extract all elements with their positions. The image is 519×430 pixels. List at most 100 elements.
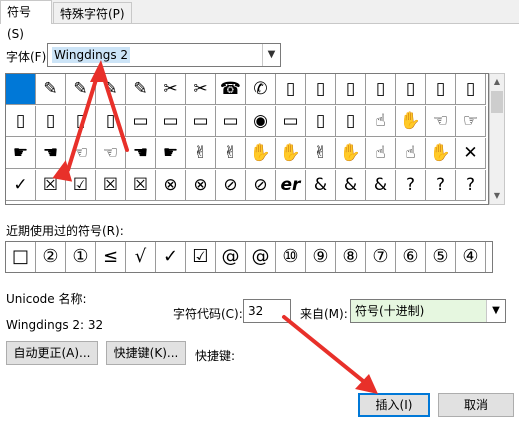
recent-symbols-row[interactable]: □ ② ① ≤ √ ✓ ☑ @ @ ⑩ ⑨ ⑧ ⑦ ⑥ ⑤ ④ xyxy=(5,241,493,273)
symbol-cell[interactable]: ✂ xyxy=(156,74,186,105)
symbol-cell[interactable]: ⊘ xyxy=(246,170,276,201)
recent-symbol-cell[interactable]: ① xyxy=(66,242,96,272)
symbol-cell[interactable]: ✎ xyxy=(66,74,96,105)
tab-symbols[interactable]: 符号(S) xyxy=(0,0,52,41)
recent-symbol-cell[interactable]: ⑨ xyxy=(306,242,336,272)
symbol-cell[interactable]: ✌ xyxy=(186,138,216,169)
symbol-cell[interactable]: ? xyxy=(426,170,456,201)
font-value: Wingdings 2 xyxy=(52,47,131,63)
symbol-cell[interactable]: ☚ xyxy=(36,138,66,169)
symbol-cell[interactable]: ▭ xyxy=(156,106,186,137)
symbol-cell[interactable]: ▭ xyxy=(216,106,246,137)
recent-symbol-cell[interactable]: ✓ xyxy=(156,242,186,272)
symbol-cell[interactable]: ☑ xyxy=(66,170,96,201)
symbol-cell[interactable]: ▯ xyxy=(306,106,336,137)
symbol-cell[interactable]: ✎ xyxy=(96,74,126,105)
symbol-cell[interactable]: ☒ xyxy=(36,170,66,201)
symbol-cell[interactable]: ⊗ xyxy=(156,170,186,201)
from-combobox[interactable]: 符号(十进制) ▼ xyxy=(350,299,506,323)
chevron-down-icon[interactable]: ▼ xyxy=(486,300,505,322)
symbol-cell[interactable]: ✌ xyxy=(306,138,336,169)
shortcut-key-button[interactable]: 快捷键(K)... xyxy=(106,341,186,365)
chevron-down-icon[interactable]: ▼ xyxy=(262,44,280,66)
symbol-cell[interactable]: ✓ xyxy=(6,170,36,201)
symbol-cell[interactable]: ✕ xyxy=(456,138,486,169)
scroll-thumb[interactable] xyxy=(491,91,503,113)
symbol-cell[interactable]: ☛ xyxy=(6,138,36,169)
symbol-cell[interactable]: ✂ xyxy=(186,74,216,105)
cancel-button[interactable]: 取消 xyxy=(438,393,514,417)
insert-button[interactable]: 插入(I) xyxy=(358,393,430,417)
recent-symbol-cell[interactable]: ⑥ xyxy=(396,242,426,272)
symbol-cell[interactable]: ☒ xyxy=(126,170,156,201)
symbol-cell[interactable]: ☜ xyxy=(66,138,96,169)
symbol-cell[interactable]: ▯ xyxy=(36,106,66,137)
symbol-cell[interactable]: ▯ xyxy=(306,74,336,105)
symbol-cell[interactable]: ☛ xyxy=(156,138,186,169)
symbol-cell[interactable]: ☝ xyxy=(396,138,426,169)
font-label: 字体(F): xyxy=(6,50,51,64)
symbol-cell[interactable]: ✎ xyxy=(36,74,66,105)
symbol-cell[interactable]: ☎ xyxy=(216,74,246,105)
symbol-grid[interactable]: ✎ ✎ ✎ ✎ ✂ ✂ ☎ ✆ ▯ ▯ ▯ ▯ ▯ ▯ ▯ ▯ ▯ ▯ ▯ ▭ ▭ ▭ ▭ ◉ ▭ ▯ ▯ ☝ ✋ ☜ ☞ ☛ ☚ ☜ ☜ ☚ ☛ ✌ ✌ ✋… xyxy=(5,73,489,205)
symbol-cell[interactable]: ? xyxy=(396,170,426,201)
symbol-cell[interactable]: ▯ xyxy=(396,74,426,105)
symbol-cell[interactable]: ✌ xyxy=(216,138,246,169)
symbol-cell[interactable]: ⊗ xyxy=(186,170,216,201)
symbol-cell[interactable]: ☜ xyxy=(96,138,126,169)
symbol-cell[interactable]: ▯ xyxy=(6,106,36,137)
symbol-cell[interactable]: ▯ xyxy=(336,106,366,137)
symbol-cell[interactable]: ☜ xyxy=(426,106,456,137)
symbol-cell[interactable]: ☝ xyxy=(366,106,396,137)
symbol-cell[interactable]: & xyxy=(336,170,366,201)
symbol-cell[interactable]: er xyxy=(276,170,306,201)
symbol-cell[interactable]: ☞ xyxy=(456,106,486,137)
symbol-cell[interactable]: ☝ xyxy=(366,138,396,169)
recent-symbol-cell[interactable]: ⑦ xyxy=(366,242,396,272)
symbol-cell[interactable]: ▯ xyxy=(426,74,456,105)
char-code-input[interactable]: 32 xyxy=(243,299,291,323)
symbol-cell[interactable] xyxy=(6,74,36,105)
symbol-cell[interactable]: & xyxy=(306,170,336,201)
recent-symbol-cell[interactable]: ≤ xyxy=(96,242,126,272)
symbol-cell[interactable]: ▭ xyxy=(126,106,156,137)
symbol-cell[interactable]: ▯ xyxy=(96,106,126,137)
symbol-grid-scrollbar[interactable]: ▲ ▼ xyxy=(489,73,505,205)
symbol-cell[interactable]: ✋ xyxy=(396,106,426,137)
font-combobox[interactable]: Wingdings 2 ▼ xyxy=(47,43,281,67)
symbol-cell[interactable]: ▭ xyxy=(276,106,306,137)
symbol-cell[interactable]: ✋ xyxy=(246,138,276,169)
recent-symbol-cell[interactable]: ☑ xyxy=(186,242,216,272)
recent-symbol-cell[interactable]: ⑩ xyxy=(276,242,306,272)
symbol-cell[interactable]: ▯ xyxy=(456,74,486,105)
recent-symbol-cell[interactable]: ⑧ xyxy=(336,242,366,272)
tab-special-characters[interactable]: 特殊字符(P) xyxy=(53,2,132,24)
symbol-cell[interactable]: ▯ xyxy=(276,74,306,105)
symbol-cell[interactable]: & xyxy=(366,170,396,201)
recent-symbol-cell[interactable]: ② xyxy=(36,242,66,272)
symbol-cell[interactable]: ◉ xyxy=(246,106,276,137)
symbol-cell[interactable]: ☚ xyxy=(126,138,156,169)
symbol-cell[interactable]: ✋ xyxy=(426,138,456,169)
symbol-cell[interactable]: ▯ xyxy=(366,74,396,105)
recent-symbol-cell[interactable]: @ xyxy=(246,242,276,272)
recent-symbol-cell[interactable]: @ xyxy=(216,242,246,272)
symbol-cell[interactable]: ? xyxy=(456,170,486,201)
recent-symbol-cell[interactable]: □ xyxy=(6,242,36,272)
symbol-cell[interactable]: ✎ xyxy=(126,74,156,105)
symbol-cell[interactable]: ✆ xyxy=(246,74,276,105)
symbol-cell[interactable]: ⊘ xyxy=(216,170,246,201)
symbol-cell[interactable]: ✋ xyxy=(336,138,366,169)
recent-symbol-cell[interactable]: ⑤ xyxy=(426,242,456,272)
scroll-down-icon[interactable]: ▼ xyxy=(490,189,504,203)
recent-symbol-cell[interactable]: √ xyxy=(126,242,156,272)
symbol-cell[interactable]: ☒ xyxy=(96,170,126,201)
symbol-cell[interactable]: ▯ xyxy=(336,74,366,105)
unicode-name-label: Unicode 名称: xyxy=(6,292,87,306)
symbol-cell[interactable]: ▯ xyxy=(66,106,96,137)
scroll-up-icon[interactable]: ▲ xyxy=(490,75,504,89)
autocorrect-button[interactable]: 自动更正(A)... xyxy=(6,341,98,365)
symbol-cell[interactable]: ▭ xyxy=(186,106,216,137)
recent-symbol-cell[interactable]: ④ xyxy=(456,242,486,272)
symbol-cell[interactable]: ✋ xyxy=(276,138,306,169)
